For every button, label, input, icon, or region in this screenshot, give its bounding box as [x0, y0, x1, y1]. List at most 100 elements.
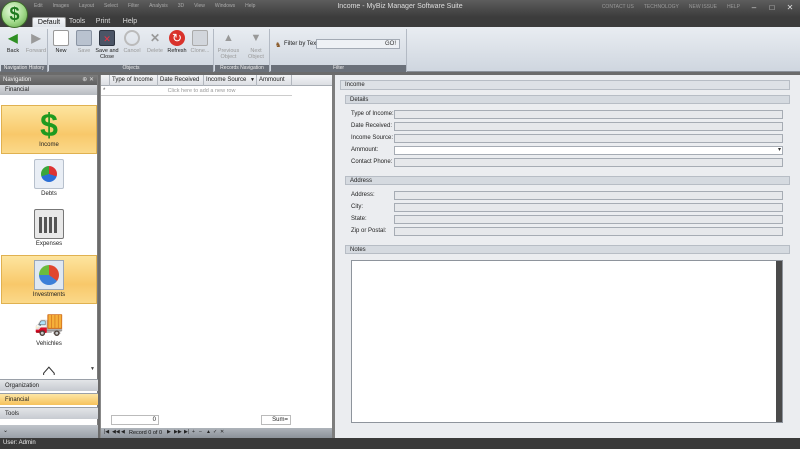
nav-item-income[interactable]: $ Income: [1, 105, 97, 154]
tab-help[interactable]: Help: [119, 17, 141, 27]
label-type-of-income: Type of Income:: [351, 111, 394, 117]
last-record-button[interactable]: ▶|: [184, 429, 189, 435]
section-notes: Notes: [345, 245, 790, 254]
close-button[interactable]: ✕: [782, 2, 798, 14]
navigation-footer: ⌄: [0, 425, 98, 438]
add-record-button[interactable]: +: [192, 429, 195, 435]
prev-page-button[interactable]: ◀◀: [112, 429, 120, 435]
input-address[interactable]: [394, 191, 783, 200]
refresh-label: Refresh: [167, 48, 187, 54]
clone-label: Clone...: [190, 48, 210, 54]
clone-button[interactable]: Clone...: [189, 29, 211, 63]
maximize-button[interactable]: □: [764, 2, 780, 14]
column-header-type-of-income[interactable]: Type of Income: [110, 75, 158, 86]
nav-group-financial[interactable]: Financial: [0, 393, 98, 405]
previous-object-button[interactable]: ▲ Previous Object: [216, 29, 241, 63]
record-position: Record 0 of 0: [129, 430, 163, 436]
delete-label: Delete: [147, 48, 163, 54]
minimize-button[interactable]: –: [746, 2, 762, 14]
column-header-ammount[interactable]: Ammount: [257, 75, 292, 86]
nav-item-debts[interactable]: Debts: [1, 155, 97, 204]
nav-scroll-down-icon[interactable]: ▼: [90, 366, 95, 372]
label-contact-phone: Contact Phone:: [351, 159, 393, 165]
new-issue-link[interactable]: NEW ISSUE: [689, 4, 717, 10]
column-header-date-received[interactable]: Date Received: [158, 75, 204, 86]
nav-group-tools[interactable]: Tools: [0, 407, 98, 419]
tab-print[interactable]: Print: [92, 17, 114, 27]
new-button[interactable]: New: [50, 29, 72, 63]
forward-button[interactable]: ▶ Forward: [25, 29, 47, 63]
save-and-close-button[interactable]: ✕ Save and Close: [95, 29, 119, 63]
filter-go-button[interactable]: GO!: [385, 41, 396, 47]
nav-item-house[interactable]: ⌂: [1, 353, 97, 375]
input-type-of-income[interactable]: [394, 110, 783, 119]
section-address: Address: [345, 176, 790, 185]
filter-binoculars-icon: ♞: [275, 42, 282, 49]
prev-record-button[interactable]: ◀: [121, 429, 125, 435]
forward-arrow-icon: ▶: [31, 31, 41, 45]
next-object-button[interactable]: ▼ Next Object: [243, 29, 269, 63]
tab-default[interactable]: Default: [32, 17, 66, 27]
truck-icon: 🚚: [34, 310, 64, 337]
title-bar-links: CONTACT US TECHNOLOGY NEW ISSUE HELP: [602, 4, 740, 10]
notes-textarea[interactable]: [351, 260, 783, 423]
chevron-down-icon[interactable]: ⌄: [3, 427, 8, 434]
group-records-navigation: ▲ Previous Object ▼ Next Object Records …: [215, 29, 270, 72]
label-income-source: Income Source:: [351, 135, 394, 141]
nav-item-investments-label: Investments: [32, 292, 66, 298]
filter-text-input[interactable]: GO!: [316, 39, 400, 49]
record-navigator: |◀ ◀◀ ◀ Record 0 of 0 ▶ ▶▶ ▶| + – ▲ ✓ ✕: [101, 428, 333, 438]
label-state: State:: [351, 216, 367, 222]
navigation-header: Navigation ⊕ ✕: [0, 75, 97, 85]
refresh-button[interactable]: ↻ Refresh: [166, 29, 188, 63]
input-ammount[interactable]: ▾: [394, 146, 783, 155]
delete-x-icon: ✕: [149, 31, 161, 45]
next-page-button[interactable]: ▶▶: [174, 429, 182, 435]
navigation-pin-close-icon[interactable]: ⊕ ✕: [82, 75, 94, 85]
nav-item-investments[interactable]: Investments: [1, 255, 97, 304]
remove-record-button[interactable]: –: [199, 429, 202, 435]
delete-button[interactable]: ✕ Delete: [144, 29, 166, 63]
help-link[interactable]: HELP: [727, 4, 740, 10]
detail-pane: Income Details Type of Income: Date Rece…: [335, 75, 800, 438]
records-grid: Type of Income Date Received Income Sour…: [100, 75, 333, 438]
input-income-source[interactable]: [394, 134, 783, 143]
nav-item-vehicles[interactable]: 🚚 Vehichles: [1, 305, 97, 354]
nav-item-debts-label: Debts: [41, 191, 57, 197]
input-city[interactable]: [394, 203, 783, 212]
refresh-icon: ↻: [169, 30, 185, 46]
back-button[interactable]: ◀ Back: [2, 29, 24, 63]
title-bar: Edit Images Layout Select Filter Analysi…: [0, 0, 800, 17]
edit-record-button[interactable]: ▲: [206, 429, 211, 435]
new-document-icon: [53, 30, 69, 46]
chevron-down-icon[interactable]: ▾: [778, 146, 781, 153]
notes-scrollbar[interactable]: [776, 261, 782, 422]
post-record-button[interactable]: ✓: [213, 429, 217, 435]
input-state[interactable]: [394, 215, 783, 224]
input-contact-phone[interactable]: [394, 158, 783, 167]
tab-tools[interactable]: Tools: [66, 17, 88, 27]
save-label: Save: [77, 48, 91, 54]
input-date-received[interactable]: [394, 122, 783, 131]
contact-us-link[interactable]: CONTACT US: [602, 4, 634, 10]
first-record-button[interactable]: |◀: [104, 429, 109, 435]
next-arrow-icon: ▼: [250, 32, 262, 44]
save-button[interactable]: Save: [73, 29, 95, 63]
nav-group-organization[interactable]: Organization: [0, 379, 98, 391]
new-row-marker: *: [103, 88, 106, 94]
back-arrow-icon: ◀: [8, 31, 18, 45]
navigation-header-label: Navigation: [3, 77, 32, 83]
cancel-record-button[interactable]: ✕: [220, 429, 224, 435]
technology-link[interactable]: TECHNOLOGY: [644, 4, 679, 10]
cancel-button[interactable]: Cancel: [121, 29, 143, 63]
app-logo-icon[interactable]: $: [1, 1, 28, 28]
input-zip-or-postal[interactable]: [394, 227, 783, 236]
navigation-pane: Navigation ⊕ ✕ Financial $ Income Debts …: [0, 75, 98, 438]
group-label-objects: Objects: [49, 65, 213, 72]
nav-item-expenses[interactable]: Expenses: [1, 205, 97, 254]
next-record-button[interactable]: ▶: [167, 429, 171, 435]
new-row[interactable]: * Click here to add a new row: [101, 86, 292, 96]
filter-label: Filter by Text: [284, 41, 318, 47]
column-header-income-source[interactable]: Income Source ▼: [204, 75, 257, 86]
cancel-icon: [124, 30, 140, 46]
